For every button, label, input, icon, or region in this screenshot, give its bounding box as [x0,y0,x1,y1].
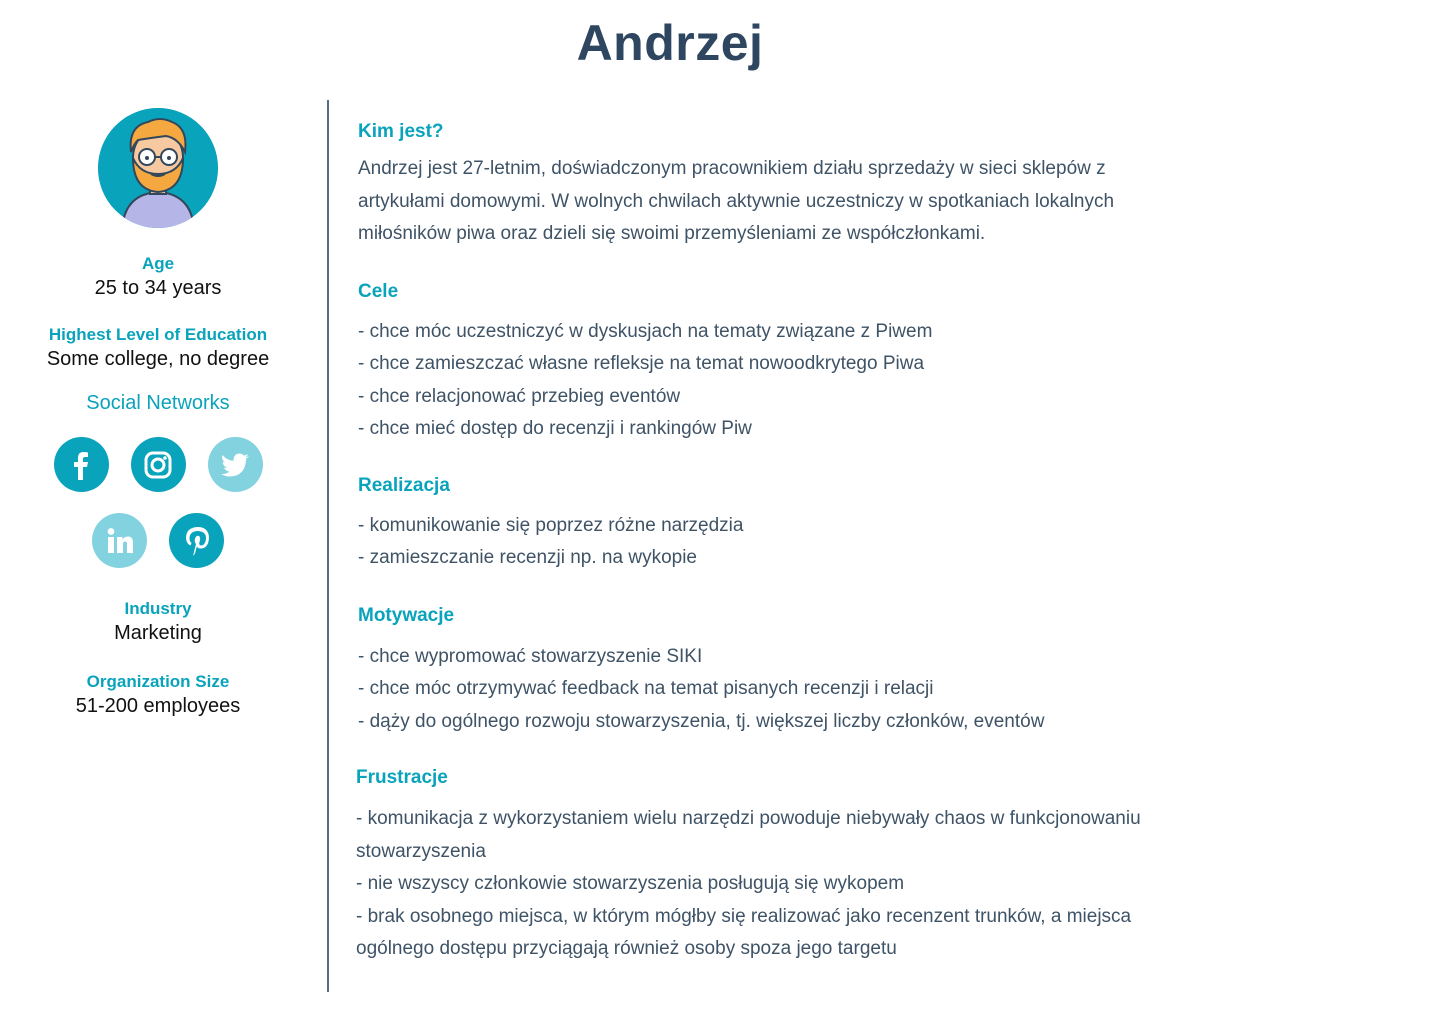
motivation-item: - chce móc otrzymywać feedback na temat … [358,678,934,699]
avatar [98,108,218,228]
section-goals: Cele - chce móc uczestniczyć w dyskusjac… [358,278,1236,446]
frustration-item: stowarzyszenia [356,840,486,862]
social-row-bottom [0,513,316,568]
pinterest-icon[interactable] [169,513,224,568]
goal-item: - chce mieć dostęp do recenzji i ranking… [358,418,752,439]
motivation-item: - dąży do ogólnego rozwoju stowarzyszeni… [358,710,1045,732]
persona-details: Kim jest? Andrzej jest 27-letnim, doświa… [356,118,1236,966]
section-title-goals: Cele [358,280,399,302]
frustration-item: - komunikacja z wykorzystaniem wielu nar… [356,808,1141,829]
industry-label: Industry [124,599,192,618]
organization-size-label: Organization Size [86,672,230,691]
goal-item: - chce relacjonować przebieg eventów [358,385,681,407]
section-realization: Realizacja - komunikowanie się poprzez r… [358,472,1236,575]
bearded-man-avatar-icon [98,108,218,228]
section-frustrations: Frustracje - komunikacja z wykorzystanie… [356,764,1236,966]
who-line: miłośników piwa oraz dzieli się swoimi p… [358,223,986,244]
section-motivation: Motywacje - chce wypromować stowarzyszen… [358,602,1236,739]
realization-item: - zamieszczanie recenzji np. na wykopie [358,547,697,568]
frustration-item: - brak osobnego miejsca, w którym mógłby… [356,905,1132,927]
education-value: Some college, no degree [46,348,270,370]
social-networks-title: Social Networks [86,392,230,414]
section-who: Kim jest? Andrzej jest 27-letnim, doświa… [358,118,1236,251]
vertical-divider [327,100,329,992]
linkedin-icon[interactable] [92,513,147,568]
goal-item: - chce zamieszczać własne refleksje na t… [358,353,925,374]
frustration-item: ogólnego dostępu przyciągają również oso… [356,938,897,959]
realization-item: - komunikowanie się poprzez różne narzęd… [358,514,744,536]
age-value: 25 to 34 years [94,277,222,299]
twitter-icon[interactable] [207,437,263,492]
social-row-top [0,437,316,492]
goal-item: - chce móc uczestniczyć w dyskusjach na … [358,320,933,342]
who-line: Andrzej jest 27-letnim, doświadczonym pr… [358,158,1106,179]
organization-size-value: 51-200 employees [75,695,241,717]
persona-sidebar: Age 25 to 34 years Highest Level of Educ… [0,108,316,719]
frustration-item: - nie wszyscy członkowie stowarzyszenia … [356,873,905,894]
section-title-realization: Realizacja [358,474,450,496]
facebook-icon[interactable] [53,437,109,492]
persona-name: Andrzej [576,15,764,71]
education-label: Highest Level of Education [48,325,268,344]
who-line: artykułami domowymi. W wolnych chwilach … [358,190,1115,212]
motivation-item: - chce wypromować stowarzyszenie SIKI [358,645,703,667]
age-label: Age [141,254,175,273]
industry-value: Marketing [114,622,202,644]
instagram-icon[interactable] [130,437,186,492]
section-title-frustrations: Frustracje [356,767,448,788]
section-title-motivation: Motywacje [358,604,455,626]
section-title-who: Kim jest? [358,121,444,142]
